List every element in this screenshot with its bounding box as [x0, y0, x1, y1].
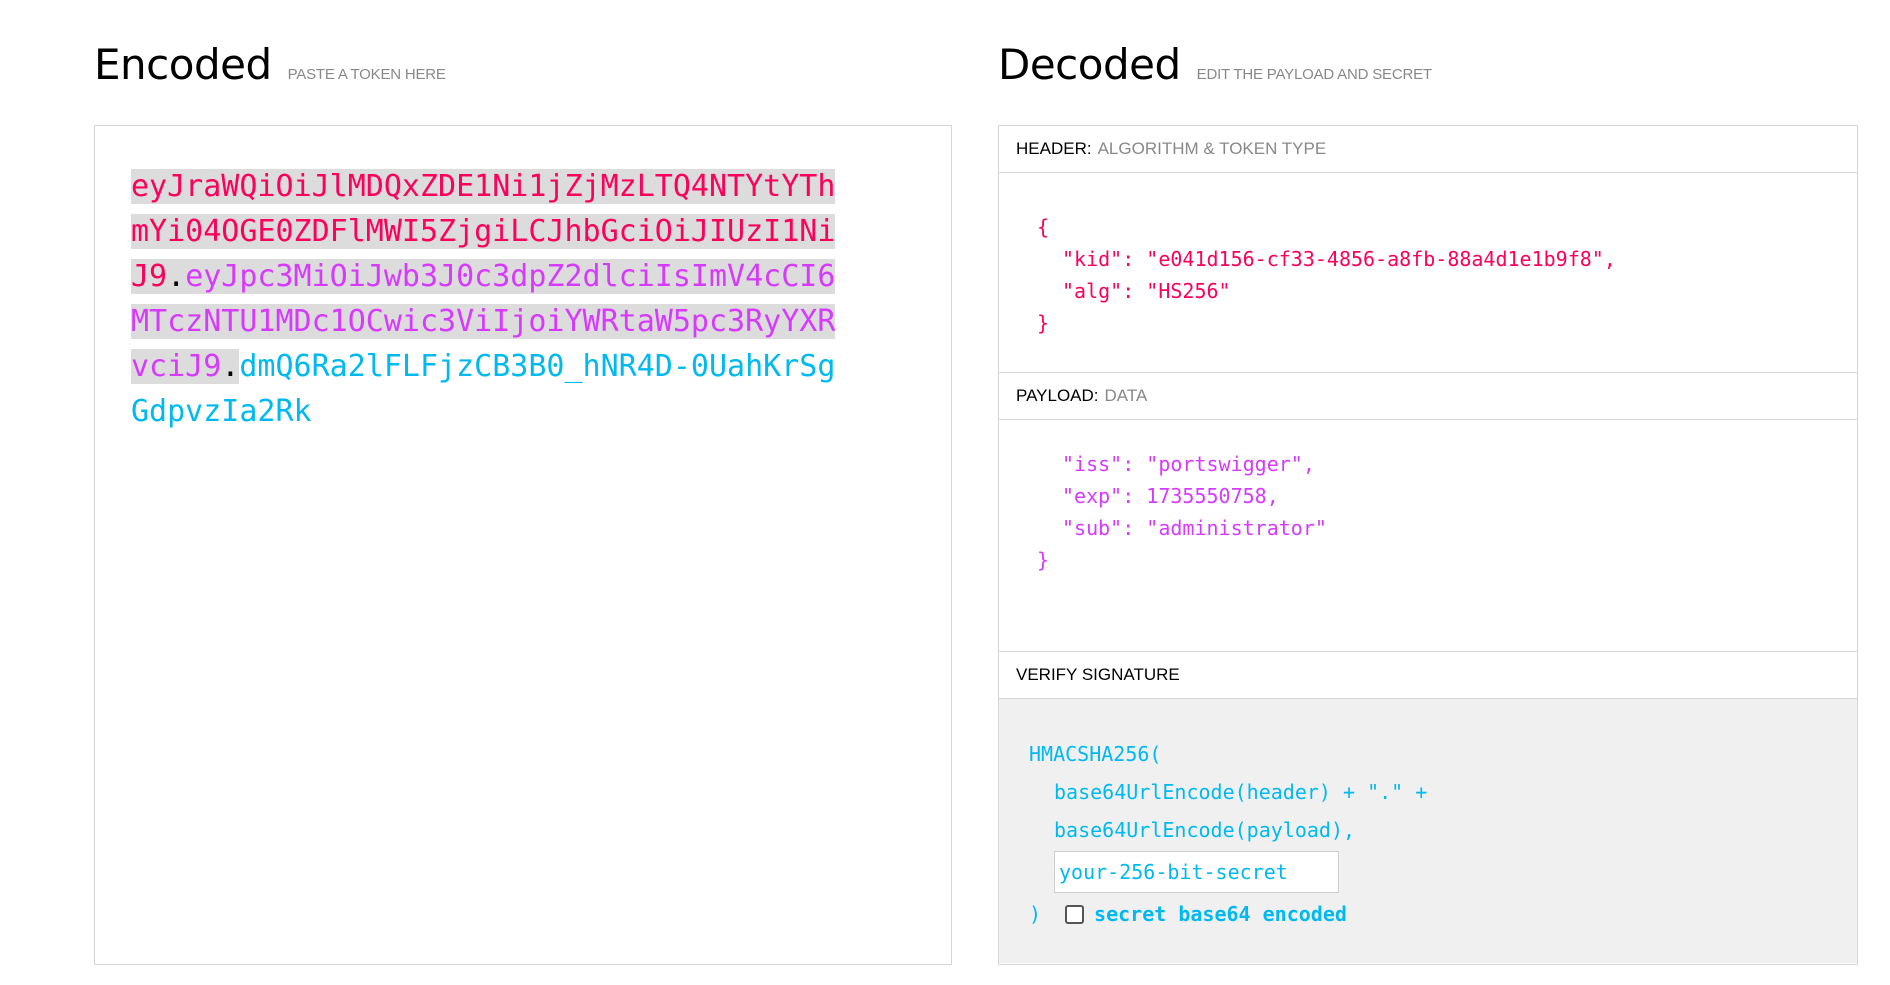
header-section-heading: HEADER: ALGORITHM & TOKEN TYPE — [999, 126, 1857, 173]
json-line: "sub": "administrator" — [1062, 516, 1327, 540]
header-label-muted: ALGORITHM & TOKEN TYPE — [1097, 139, 1327, 158]
decoded-title: Decoded — [998, 40, 1181, 89]
payload-section-heading: PAYLOAD: DATA — [999, 373, 1857, 420]
secret-input[interactable] — [1054, 851, 1339, 893]
header-label: HEADER: — [1016, 139, 1092, 158]
payload-label-muted: DATA — [1104, 386, 1148, 405]
encoded-subtitle: PASTE A TOKEN HERE — [287, 66, 446, 83]
secret-base64-checkbox[interactable] — [1065, 904, 1085, 924]
verify-section-heading: VERIFY SIGNATURE — [999, 652, 1857, 699]
payload-label: PAYLOAD: — [1016, 386, 1099, 405]
json-line: } — [1037, 311, 1050, 335]
decoded-heading: Decoded EDIT THE PAYLOAD AND SECRET — [998, 40, 1432, 89]
json-line: { — [1037, 215, 1050, 239]
header-json-editor[interactable]: { "kid": "e041d156-cf33-4856-a8fb-88a4d1… — [999, 173, 1857, 373]
json-line: "iss": "portswigger", — [1062, 452, 1315, 476]
encoded-token-editor[interactable]: eyJraWQiOiJlMDQxZDE1Ni1jZjMzLTQ4NTYtYThm… — [94, 125, 952, 965]
hmac-arg-header: base64UrlEncode(header) + "." + — [1054, 780, 1428, 804]
token-text[interactable]: eyJraWQiOiJlMDQxZDE1Ni1jZjMzLTQ4NTYtYThm… — [131, 164, 847, 434]
json-line: "kid": "e041d156-cf33-4856-a8fb-88a4d1e1… — [1062, 247, 1616, 271]
verify-label: VERIFY SIGNATURE — [1016, 665, 1180, 684]
payload-json-editor[interactable]: "iss": "portswigger", "exp": 1735550758,… — [999, 420, 1857, 652]
token-dot: . — [221, 349, 240, 384]
encoded-title: Encoded — [94, 40, 272, 89]
json-line: "alg": "HS256" — [1062, 279, 1231, 303]
hmac-close-paren: ) — [1029, 902, 1042, 926]
hmac-arg-payload: base64UrlEncode(payload), — [1054, 818, 1356, 842]
hmac-function-open: HMACSHA256( — [1029, 742, 1162, 766]
verify-close-row: ) secret base64 encoded — [1029, 895, 1857, 933]
verify-signature-body: HMACSHA256( base64UrlEncode(header) + ".… — [999, 699, 1857, 963]
encoded-heading: Encoded PASTE A TOKEN HERE — [94, 40, 446, 89]
decoded-panel: HEADER: ALGORITHM & TOKEN TYPE { "kid": … — [998, 125, 1858, 965]
token-dot: . — [167, 259, 186, 294]
secret-base64-label[interactable]: secret base64 encoded — [1094, 895, 1347, 933]
decoded-subtitle: EDIT THE PAYLOAD AND SECRET — [1196, 66, 1432, 83]
json-line: "exp": 1735550758, — [1062, 484, 1279, 508]
json-line: } — [1037, 548, 1050, 572]
